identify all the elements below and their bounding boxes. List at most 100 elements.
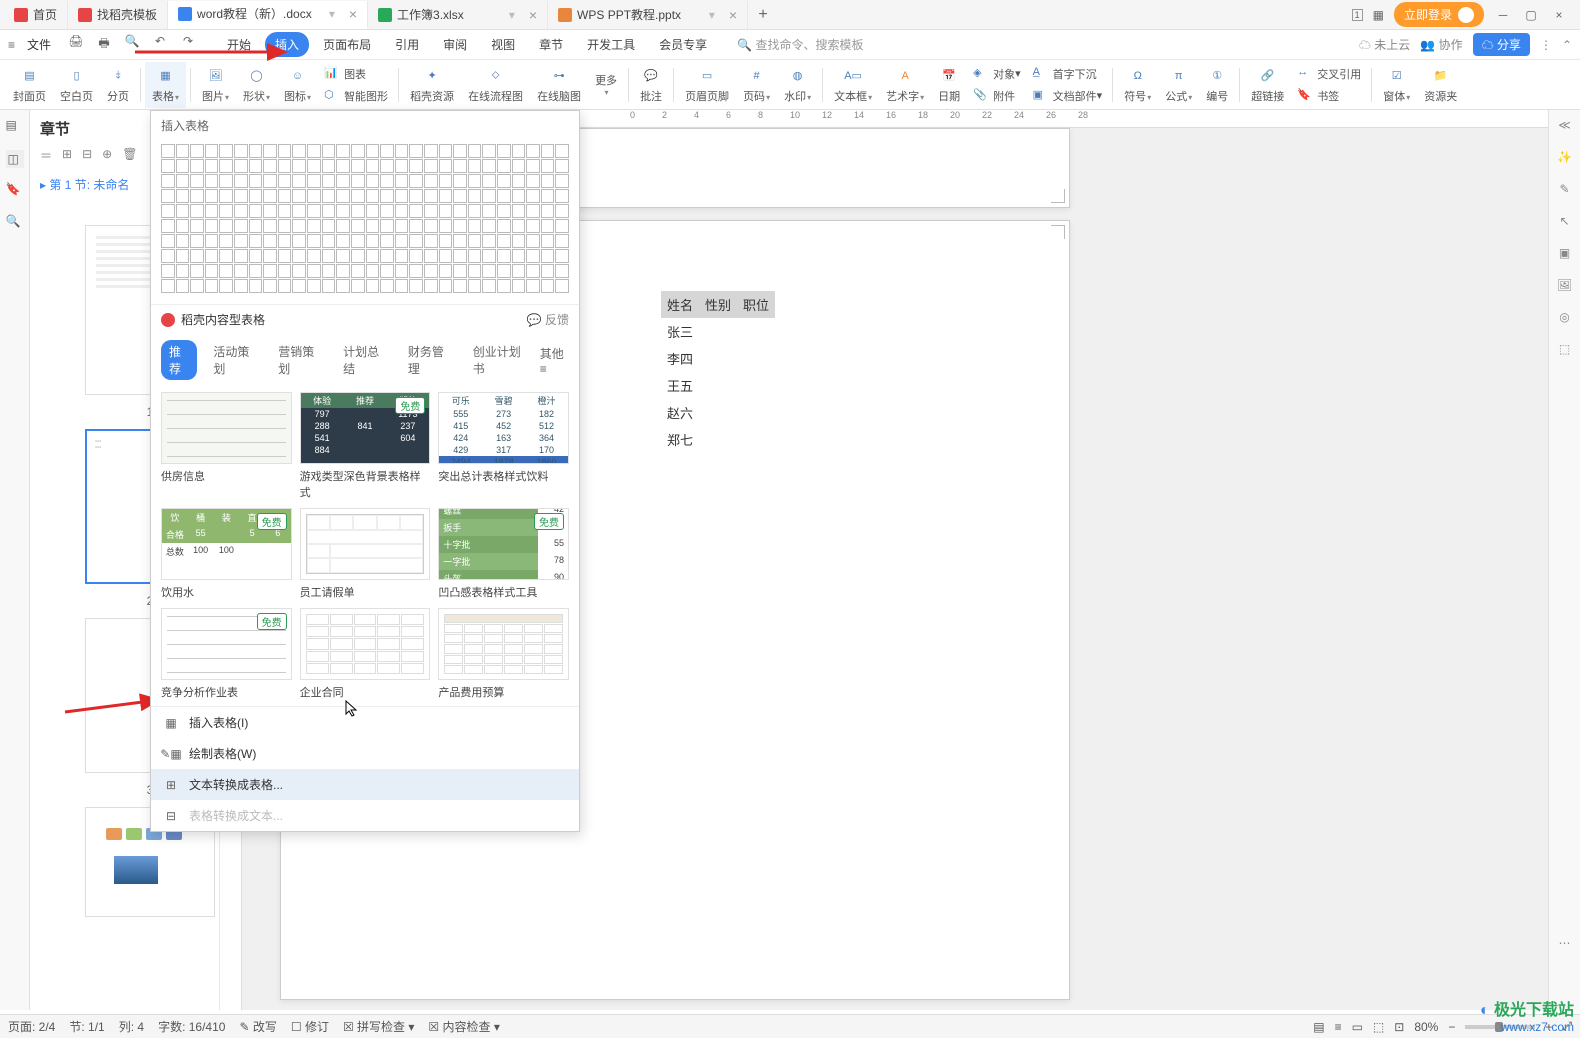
cooperation-button[interactable]: 👥 协作 — [1420, 36, 1462, 53]
tab-word-doc[interactable]: word教程（新）.docx ▾ × — [168, 1, 368, 29]
template-dark-game[interactable]: 免费 体验推荐期待 7971173 288841237 541604 884 游… — [300, 392, 431, 500]
revise-toggle[interactable]: ☐ 修订 — [291, 1018, 329, 1035]
tab-layout[interactable]: 页面布局 — [313, 32, 381, 57]
more-button[interactable]: 更多▾ — [588, 62, 624, 108]
zoom-value[interactable]: 80% — [1414, 1020, 1438, 1034]
more-icon[interactable]: ⋯ — [1559, 936, 1571, 950]
rewrite-toggle[interactable]: ✎ 改写 — [239, 1018, 276, 1035]
table-grid-picker[interactable]: document.write(Array.from({length:10},()… — [151, 140, 579, 304]
cat-finance[interactable]: 财务管理 — [400, 340, 457, 380]
add-icon[interactable]: ⊕ — [102, 147, 112, 164]
spellcheck-toggle[interactable]: ☒ 拼写检查 ▾ — [343, 1018, 414, 1035]
pen-icon[interactable]: ✎ — [1559, 182, 1569, 196]
crossref-button[interactable]: ↔交叉引用 — [1291, 64, 1367, 84]
action-insert-table[interactable]: ▦插入表格(I) — [151, 707, 579, 738]
preview-icon[interactable]: 🔍 — [123, 34, 141, 55]
menu-icon[interactable]: ≡ — [8, 38, 15, 52]
dropcap-button[interactable]: A̲首字下沉 — [1027, 64, 1109, 84]
print-icon[interactable]: 🖶 — [95, 34, 113, 55]
resource-folder-button[interactable]: 📁资源夹 — [1417, 62, 1464, 108]
wordart-button[interactable]: A艺术字▾ — [879, 62, 931, 108]
login-button[interactable]: 立即登录 — [1394, 2, 1484, 27]
tab-chapter[interactable]: 章节 — [529, 32, 573, 57]
bookmark-icon[interactable]: 🔖 — [6, 182, 24, 200]
down-icon[interactable]: ⊟ — [82, 147, 92, 164]
command-search[interactable]: 🔍 查找命令、搜索模板 — [737, 36, 863, 53]
location-icon[interactable]: ◎ — [1559, 310, 1569, 324]
more-icon[interactable]: ⋮ — [1540, 38, 1552, 52]
template-housing[interactable]: 供房信息 — [161, 392, 292, 500]
view-read-icon[interactable]: ⬚ — [1373, 1020, 1384, 1034]
outline-icon[interactable]: ▤ — [6, 118, 24, 136]
undo-icon[interactable]: ↶ — [151, 34, 169, 55]
page-number-button[interactable]: #页码▾ — [736, 62, 777, 108]
cover-page-button[interactable]: ▤封面页 — [6, 62, 53, 108]
dropdown-icon[interactable]: ▾ — [329, 7, 335, 21]
hyperlink-button[interactable]: 🔗超链接 — [1244, 62, 1291, 108]
zoom-fit-icon[interactable]: ⊡ — [1394, 1020, 1404, 1034]
share-button[interactable]: ☁ 分享 — [1473, 33, 1530, 56]
add-tab-button[interactable]: + — [748, 6, 778, 24]
cat-plan[interactable]: 计划总结 — [335, 340, 392, 380]
section-info[interactable]: 节: 1/1 — [69, 1018, 104, 1035]
template-drinks[interactable]: 可乐雪碧橙汁 555273182 415452512 424163364 429… — [438, 392, 569, 500]
template-leave[interactable]: 员工请假单 — [300, 508, 431, 600]
table-button[interactable]: ▦表格▾ — [145, 62, 186, 108]
tab-ppt[interactable]: WPS PPT教程.pptx ▾ × — [548, 1, 748, 29]
cloud-status[interactable]: ☁ 未上云 — [1359, 36, 1410, 53]
shape-button[interactable]: ◯形状▾ — [236, 62, 277, 108]
home-tab[interactable]: 首页 — [4, 1, 68, 29]
icon-button[interactable]: ☺图标▾ — [277, 62, 318, 108]
header-footer-button[interactable]: ▭页眉页脚 — [678, 62, 736, 108]
tab-view[interactable]: 视图 — [481, 32, 525, 57]
view-outline-icon[interactable]: ▭ — [1352, 1020, 1363, 1034]
collapse-icon[interactable]: ≪ — [1558, 118, 1571, 132]
maximize-icon[interactable]: ▢ — [1522, 6, 1540, 24]
tab-vip[interactable]: 会员专享 — [649, 32, 717, 57]
close-icon[interactable]: × — [349, 6, 357, 22]
tab-insert[interactable]: 插入 — [265, 32, 309, 57]
redo-icon[interactable]: ↷ — [179, 34, 197, 55]
flowchart-button[interactable]: ⬦在线流程图 — [461, 62, 530, 108]
action-draw-table[interactable]: ✎▦绘制表格(W) — [151, 738, 579, 769]
ai-icon[interactable]: ✨ — [1557, 150, 1572, 164]
textbox-button[interactable]: A▭文本框▾ — [827, 62, 879, 108]
attachment-button[interactable]: 📎附件 — [967, 86, 1027, 106]
tab-reference[interactable]: 引用 — [385, 32, 429, 57]
picture-button[interactable]: 🖼图片▾ — [195, 62, 236, 108]
content-check-toggle[interactable]: ☒ 内容检查 ▾ — [428, 1018, 499, 1035]
bookmark-button[interactable]: 🔖书签 — [1291, 86, 1367, 106]
document-text[interactable]: 姓名性别职位 张三 李四 王五 赵六 郑七 — [661, 291, 775, 453]
template-water[interactable]: 免费 饮桶装直水 合格5556 总数100100 饮用水 — [161, 508, 292, 600]
file-menu[interactable]: 文件 — [21, 36, 57, 53]
cat-startup[interactable]: 创业计划书 — [465, 340, 532, 380]
up-icon[interactable]: ⊞ — [62, 147, 72, 164]
form-button[interactable]: ☑窗体▾ — [1376, 62, 1417, 108]
select-icon[interactable]: ↖ — [1559, 214, 1569, 228]
chart-button[interactable]: 📊图表 — [318, 64, 394, 84]
tab-excel[interactable]: 工作簿3.xlsx ▾ × — [368, 1, 548, 29]
tag-icon[interactable]: ◫ — [6, 150, 24, 168]
expand-icon[interactable]: ＝ — [40, 147, 52, 164]
numbering-button[interactable]: ①编号 — [1199, 62, 1235, 108]
dropdown-icon[interactable]: ▾ — [509, 8, 515, 22]
page-break-button[interactable]: ⤈分页 — [100, 62, 136, 108]
apps-icon[interactable]: ▦ — [1373, 8, 1384, 22]
symbol-button[interactable]: Ω符号▾ — [1117, 62, 1158, 108]
save-icon[interactable]: 🖨 — [67, 34, 85, 55]
close-icon[interactable]: × — [729, 7, 737, 23]
minimize-icon[interactable]: ─ — [1494, 6, 1512, 24]
watermark-button[interactable]: ◍水印▾ — [777, 62, 818, 108]
action-text-to-table[interactable]: ⊞文本转换成表格... — [151, 769, 579, 800]
del-icon[interactable]: 🗑 — [122, 147, 137, 164]
cat-marketing[interactable]: 营销策划 — [270, 340, 327, 380]
object-button[interactable]: ◈对象▾ — [967, 64, 1027, 84]
screen-icon[interactable]: ⬚ — [1559, 342, 1570, 356]
smartart-button[interactable]: ⬡智能图形 — [318, 86, 394, 106]
doc-resource-button[interactable]: ✦稻壳资源 — [403, 62, 461, 108]
mindmap-button[interactable]: ⊶在线脑图 — [530, 62, 588, 108]
view-web-icon[interactable]: ≡ — [1335, 1020, 1342, 1034]
comment-button[interactable]: 💬批注 — [633, 62, 669, 108]
close-window-icon[interactable]: × — [1550, 6, 1568, 24]
image-icon[interactable]: 🖼 — [1557, 278, 1572, 292]
